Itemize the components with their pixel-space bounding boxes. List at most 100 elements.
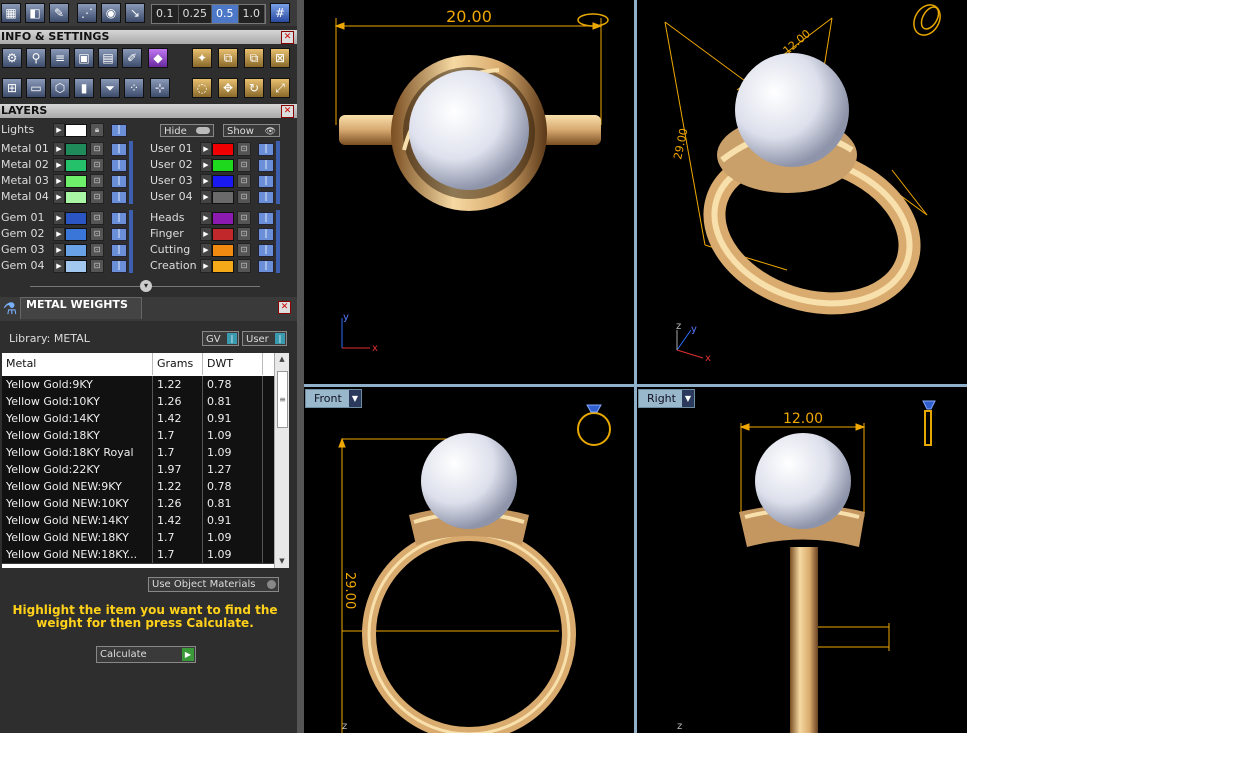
box-icon[interactable]: ▣	[74, 48, 94, 68]
magnify-icon[interactable]: ⚲	[26, 48, 46, 68]
move-icon[interactable]: ✥	[218, 78, 238, 98]
table-scrollbar[interactable]: ▲ ≡ ▼	[274, 353, 289, 568]
metal-weights-table[interactable]: Metal Grams DWT Yellow Gold:9KY 1.22 0.78 Y…	[2, 353, 289, 568]
lock-icon[interactable]: ⊡	[237, 190, 251, 204]
viewport-perspective[interactable]: 12.00 29.00 z y x	[637, 0, 967, 384]
column-header-dwt[interactable]: DWT	[203, 353, 263, 375]
visibility-toggle[interactable]: |	[111, 143, 127, 156]
viewport-top[interactable]: 20.00 y x	[304, 0, 634, 384]
visibility-toggle[interactable]: |	[111, 191, 127, 204]
table-row[interactable]: Yellow Gold:22KY 1.97 1.27	[2, 461, 276, 479]
visibility-toggle[interactable]: |	[111, 124, 127, 137]
visibility-toggle[interactable]: |	[111, 260, 127, 273]
layer-group-bar[interactable]	[129, 210, 133, 273]
visibility-toggle[interactable]: |	[111, 175, 127, 188]
collapse-handle-icon[interactable]: ▾	[140, 280, 152, 292]
layer-row[interactable]: Metal 04 ▶ ⊡ |	[1, 189, 141, 204]
table-row[interactable]: Yellow Gold:18KY Royal 1.7 1.09	[2, 444, 276, 462]
cube-wire-icon[interactable]: ⬡	[50, 78, 70, 98]
lock-icon[interactable]: ⊡	[90, 190, 104, 204]
table-row[interactable]: Yellow Gold:18KY 1.7 1.09	[2, 427, 276, 445]
visibility-toggle[interactable]: |	[258, 244, 274, 257]
front-view-dropdown[interactable]: Front ▼	[305, 389, 362, 408]
table-row[interactable]: Yellow Gold NEW:18KY... 1.7 1.09	[2, 546, 276, 564]
scroll-thumb[interactable]: ≡	[277, 371, 288, 428]
lock-icon[interactable]: ⊡	[237, 227, 251, 241]
scroll-up-icon[interactable]: ▲	[275, 353, 289, 366]
visibility-toggle[interactable]: |	[111, 228, 127, 241]
brush-icon[interactable]: ✦	[192, 48, 212, 68]
gears-icon[interactable]: ⚙	[2, 48, 22, 68]
panel-splitter[interactable]	[297, 0, 304, 733]
expand-arrow-icon[interactable]: ▶	[200, 142, 212, 156]
lights-row[interactable]: Lights ▶ 🔒︎ |	[1, 122, 141, 137]
view-layout-icon[interactable]: ▦	[1, 3, 21, 23]
lock-icon[interactable]: 🔒︎	[90, 123, 104, 137]
zoom-selector[interactable]: 0.1 0.25 0.5 1.0	[151, 4, 266, 24]
color-swatch[interactable]	[65, 244, 87, 257]
chevron-down-icon[interactable]: ▼	[682, 390, 694, 407]
lock-icon[interactable]: ⊡	[90, 227, 104, 241]
rotate-icon[interactable]: ↻	[244, 78, 264, 98]
right-view-dropdown[interactable]: Right ▼	[638, 389, 695, 408]
color-swatch[interactable]	[65, 124, 87, 137]
color-swatch[interactable]	[212, 143, 234, 156]
user-toggle[interactable]: User |	[242, 331, 287, 346]
layer-row[interactable]: Cutting ▶ ⊡ |	[150, 242, 290, 257]
table-row[interactable]: Yellow Gold:9KY 1.22 0.78	[2, 376, 276, 394]
measure-icon[interactable]: ⋰	[77, 3, 97, 23]
scale-icon[interactable]: ⤢	[270, 78, 290, 98]
layer-row[interactable]: Heads ▶ ⊡ |	[150, 210, 290, 225]
lock-icon[interactable]: ⊡	[90, 158, 104, 172]
edit-icon[interactable]: ✐	[122, 48, 142, 68]
visibility-toggle[interactable]: |	[258, 159, 274, 172]
lock-icon[interactable]: ⊡	[90, 174, 104, 188]
expand-arrow-icon[interactable]: ▶	[200, 174, 212, 188]
expand-arrow-icon[interactable]: ▶	[53, 259, 65, 273]
zoom-option[interactable]: 0.1	[152, 5, 179, 23]
frame-alt-icon[interactable]: ⧉	[244, 48, 264, 68]
chevron-down-icon[interactable]: ▼	[349, 390, 361, 407]
visibility-toggle[interactable]: |	[111, 159, 127, 172]
layer-row[interactable]: Gem 04 ▶ ⊡ |	[1, 258, 141, 273]
table-row[interactable]: Yellow Gold:10KY 1.26 0.81	[2, 393, 276, 411]
color-swatch[interactable]	[65, 175, 87, 188]
lock-icon[interactable]: ⊡	[237, 158, 251, 172]
windows-icon[interactable]: ⊞	[2, 78, 22, 98]
layer-row[interactable]: Creation ▶ ⊡ |	[150, 258, 290, 273]
table-row[interactable]: Yellow Gold NEW:14KY 1.42 0.91	[2, 512, 276, 530]
viewport-front[interactable]: 29.00 z Front ▼	[304, 387, 634, 733]
expand-arrow-icon[interactable]: ▶	[200, 190, 212, 204]
color-swatch[interactable]	[65, 143, 87, 156]
layer-group-bar[interactable]	[276, 141, 280, 204]
expand-arrow-icon[interactable]: ▶	[53, 227, 65, 241]
color-swatch[interactable]	[212, 175, 234, 188]
scroll-down-icon[interactable]: ▼	[275, 555, 289, 568]
visibility-toggle[interactable]: |	[258, 175, 274, 188]
lock-icon[interactable]: ⊡	[90, 142, 104, 156]
lock-icon[interactable]: ⊡	[237, 243, 251, 257]
viewport-right[interactable]: 12.00 z Right ▼	[637, 387, 967, 733]
column-header-grams[interactable]: Grams	[153, 353, 203, 375]
filter-icon[interactable]: ⏷	[100, 78, 120, 98]
layer-row[interactable]: Gem 02 ▶ ⊡ |	[1, 226, 141, 241]
cube-icon[interactable]: ◧	[25, 3, 45, 23]
visibility-toggle[interactable]: |	[258, 228, 274, 241]
column-header-metal[interactable]: Metal	[2, 353, 153, 375]
layer-row[interactable]: Gem 03 ▶ ⊡ |	[1, 242, 141, 257]
expand-arrow-icon[interactable]: ▶	[53, 158, 65, 172]
expand-arrow-icon[interactable]: ▶	[53, 243, 65, 257]
lock-icon[interactable]: ⊡	[90, 211, 104, 225]
sphere-cube-icon[interactable]: ◆	[148, 48, 168, 68]
scatter-select-icon[interactable]: ⁘	[124, 78, 144, 98]
layers-stack-icon[interactable]: ≡	[50, 48, 70, 68]
lock-icon[interactable]: ⊡	[90, 243, 104, 257]
layer-row[interactable]: User 03 ▶ ⊡ |	[150, 173, 290, 188]
expand-arrow-icon[interactable]: ▶	[53, 123, 65, 137]
visibility-toggle[interactable]: |	[258, 212, 274, 225]
hide-button[interactable]: Hide	[160, 124, 214, 137]
lock-icon[interactable]: ⊡	[237, 211, 251, 225]
pointer-icon[interactable]: ↘	[125, 3, 145, 23]
color-swatch[interactable]	[65, 260, 87, 273]
zoom-option[interactable]: 0.25	[179, 5, 212, 23]
